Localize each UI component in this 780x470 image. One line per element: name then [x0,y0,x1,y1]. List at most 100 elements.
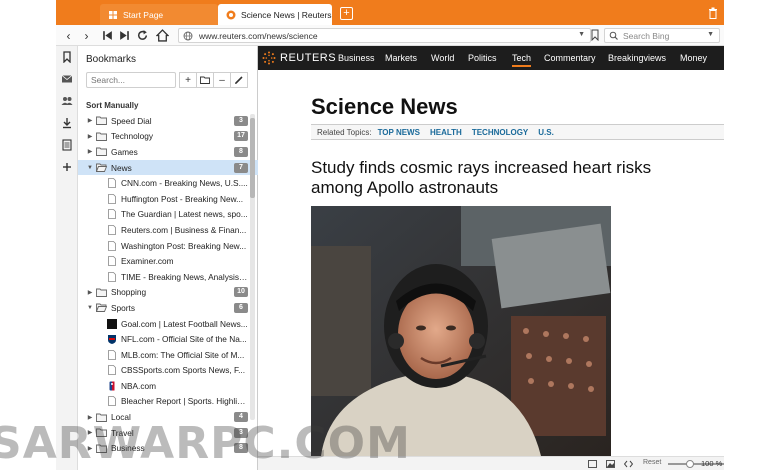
chevron-right-icon[interactable]: ▶ [86,289,94,296]
folder-icon [96,116,107,126]
bookmark-folder[interactable]: ▶ Business 8 [78,440,258,456]
chevron-right-icon[interactable]: ▶ [86,133,94,140]
bookmark-item[interactable]: Goal.com | Latest Football News... [78,316,258,332]
chevron-down-icon[interactable]: ▼ [707,31,714,38]
nav-politics[interactable]: Politics [468,53,497,63]
zoom-slider-handle[interactable] [686,460,694,468]
chevron-right-icon[interactable]: ▶ [86,117,94,124]
nav-commentary[interactable]: Commentary [544,53,596,63]
page-title: Science News [311,94,458,119]
trash-icon[interactable] [708,7,718,19]
bookmark-item[interactable]: Huffington Post - Breaking New... [78,191,258,207]
zoom-reset-button[interactable]: Reset [643,459,661,466]
rewind-icon[interactable] [101,29,114,42]
nav-world[interactable]: World [431,53,454,63]
bookmark-item[interactable]: MLB.com: The Official Site of M... [78,347,258,363]
bookmark-label: Huffington Post - Breaking New... [121,193,244,204]
bookmark-item[interactable]: NBA.com [78,378,258,394]
status-bar: Reset 100 % [258,456,724,470]
bookmark-item[interactable]: Examiner.com [78,253,258,269]
mail-icon[interactable] [61,73,73,85]
url-field[interactable]: www.reuters.com/news/science ▼ [178,28,591,43]
chevron-down-icon[interactable]: ▼ [86,305,94,311]
topic-link[interactable]: TECHNOLOGY [472,128,528,137]
reuters-logo-icon[interactable] [262,51,276,65]
bookmark-label: TIME - Breaking News, Analysis,... [121,271,248,282]
pencil-icon [235,76,243,84]
bookmark-item[interactable]: The Guardian | Latest news, spo... [78,207,258,223]
site-brand[interactable]: REUTERS [280,52,336,64]
nav-breakingviews[interactable]: Breakingviews [608,53,666,63]
contacts-icon[interactable] [61,95,73,107]
scrollbar-thumb[interactable] [250,118,255,198]
code-icon[interactable] [624,460,633,468]
topic-link[interactable]: TOP NEWS [378,128,420,137]
topic-link[interactable]: U.S. [538,128,554,137]
chevron-right-icon[interactable]: ▶ [86,414,94,421]
back-icon[interactable]: ‹ [62,29,75,43]
bookmark-folder[interactable]: ▶ Local 4 [78,409,258,425]
web-content: REUTERS Business Markets World Politics … [258,46,724,456]
bookmark-item[interactable]: TIME - Breaking News, Analysis,... [78,269,258,285]
bookmark-folder[interactable]: ▶ Travel 3 [78,425,258,441]
add-panel-icon[interactable] [61,161,73,173]
bookmark-page-icon[interactable] [590,29,600,41]
downloads-icon[interactable] [61,117,73,129]
bookmark-folder[interactable]: ▶ Technology 17 [78,129,258,145]
bookmark-item[interactable]: Washington Post: Breaking New... [78,238,258,254]
chevron-down-icon[interactable]: ▼ [578,31,585,38]
window-icon[interactable] [588,460,597,468]
forward-icon[interactable]: › [80,29,93,43]
page-icon [108,240,116,251]
tab-title: Start Page [123,9,164,20]
nav-markets[interactable]: Markets [385,53,417,63]
bookmark-folder[interactable]: ▶ Speed Dial 3 [78,113,258,129]
home-icon[interactable] [156,29,169,42]
edit-bookmark-button[interactable] [230,72,248,88]
bookmark-tree: ▶ Speed Dial 3 ▶ Technology 17 ▶ Games 8 ▼ News 7 CN… [78,113,258,456]
bookmark-item[interactable]: CNN.com - Breaking News, U.S.... [78,175,258,191]
article-photo[interactable] [311,206,611,456]
page-icon [108,396,116,407]
new-folder-button[interactable] [196,72,214,88]
bookmark-search-input[interactable] [86,72,176,88]
chevron-right-icon[interactable]: ▶ [86,429,94,436]
new-tab-button[interactable]: + [340,7,353,20]
bookmark-item[interactable]: NFL.com - Official Site of the Na... [78,331,258,347]
notes-icon[interactable] [61,139,73,151]
bookmark-folder[interactable]: ▶ Games 8 [78,144,258,160]
tab-science-news[interactable]: Science News | Reuters.com [218,4,332,25]
chevron-down-icon[interactable]: ▼ [86,165,94,171]
bookmark-count-badge: 7 [234,162,248,173]
chevron-right-icon[interactable]: ▶ [86,445,94,452]
nav-business[interactable]: Business [338,53,375,63]
delete-bookmark-button[interactable]: – [213,72,231,88]
nav-tech[interactable]: Tech [512,53,532,67]
bookmark-label: Examiner.com [121,256,174,267]
folder-icon [96,147,107,157]
bookmarks-panel-icon[interactable] [61,51,73,63]
bookmark-item[interactable]: Bleacher Report | Sports. Highlig... [78,394,258,410]
bookmark-folder[interactable]: ▼ News 7 [78,159,258,176]
bookmark-folder[interactable]: ▼ Sports 6 [78,300,258,316]
speed-dial-icon [109,10,117,19]
add-bookmark-button[interactable]: + [179,72,197,88]
reload-icon[interactable] [136,29,149,42]
topic-link[interactable]: HEALTH [430,128,462,137]
side-panel-bar [56,46,78,470]
tab-start-page[interactable]: Start Page [100,4,218,25]
bookmark-folder[interactable]: ▶ Shopping 10 [78,285,258,301]
bookmark-item[interactable]: CBSSports.com Sports News, F... [78,363,258,379]
image-icon[interactable] [606,460,615,468]
fast-forward-icon[interactable] [118,29,131,42]
bookmark-item[interactable]: Reuters.com | Business & Finan... [78,222,258,238]
nav-money[interactable]: Money [680,53,707,63]
folder-icon [95,163,108,173]
page-icon [108,225,116,235]
page-icon [108,256,116,267]
chevron-right-icon[interactable]: ▶ [86,148,94,155]
bookmark-label: Goal.com | Latest Football News... [121,318,248,329]
article-headline[interactable]: Study finds cosmic rays increased heart … [311,158,701,198]
search-engine-input[interactable]: Search Bing ▼ [604,28,720,43]
bookmark-label: Bleacher Report | Sports. Highlig... [121,396,248,407]
